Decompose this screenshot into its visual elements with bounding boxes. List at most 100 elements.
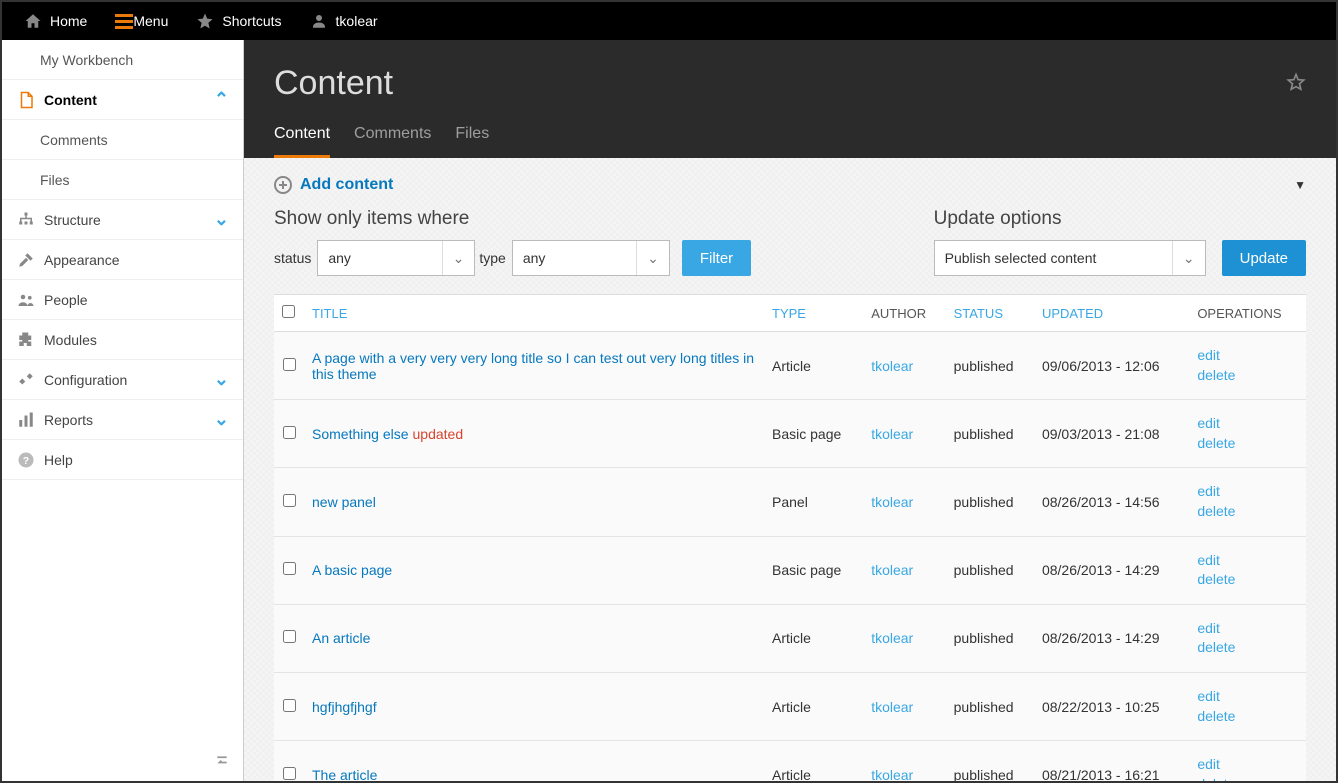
delete-link[interactable]: delete (1197, 502, 1298, 522)
toolbar-shortcuts[interactable]: Shortcuts (182, 1, 295, 41)
update-select[interactable]: Publish selected content ⌄ (934, 240, 1206, 276)
delete-link[interactable]: delete (1197, 707, 1298, 727)
toolbar-menu[interactable]: Menu (101, 1, 182, 41)
delete-link[interactable]: delete (1197, 570, 1298, 590)
table-row: An articleArticletkolearpublished08/26/2… (274, 604, 1306, 672)
add-content-link[interactable]: Add content (274, 176, 393, 194)
sidebar-item-appearance[interactable]: Appearance (2, 240, 243, 280)
header-operations: OPERATIONS (1189, 295, 1306, 332)
sidebar-item-configuration[interactable]: Configuration⌄ (2, 360, 243, 400)
sidebar-item-files[interactable]: Files (2, 160, 243, 200)
author-link[interactable]: tkolear (871, 699, 913, 715)
row-checkbox[interactable] (283, 494, 296, 507)
update-button[interactable]: Update (1222, 240, 1306, 276)
toolbar-user[interactable]: tkolear (296, 1, 392, 41)
home-icon (24, 12, 42, 30)
header-checkbox[interactable] (274, 295, 304, 332)
row-checkbox[interactable] (283, 426, 296, 439)
tab-content[interactable]: Content (274, 125, 330, 158)
row-checkbox[interactable] (283, 562, 296, 575)
filter-button[interactable]: Filter (682, 240, 751, 276)
header-updated[interactable]: UPDATED (1034, 295, 1189, 332)
edit-link[interactable]: edit (1197, 346, 1298, 366)
type-select-value: any (523, 250, 546, 266)
sidebar-item-content[interactable]: Content⌃ (2, 80, 243, 120)
cell-type: Basic page (764, 536, 863, 604)
cell-updated: 08/22/2013 - 10:25 (1034, 672, 1189, 740)
sidebar-item-comments[interactable]: Comments (2, 120, 243, 160)
sidebar-item-help[interactable]: ?Help (2, 440, 243, 480)
author-link[interactable]: tkolear (871, 767, 913, 781)
help-icon: ? (16, 451, 36, 469)
delete-link[interactable]: delete (1197, 434, 1298, 454)
content-title-link[interactable]: hgfjhgfjhgf (312, 699, 377, 715)
disclosure-toggle[interactable]: ▼ (1294, 178, 1306, 192)
tabs: Content Comments Files (274, 125, 1306, 158)
cell-status: published (946, 536, 1034, 604)
sidebar-collapse[interactable] (2, 744, 243, 781)
sidebar-item-label: People (44, 292, 88, 308)
content-title-link[interactable]: The article (312, 767, 377, 781)
select-all-checkbox[interactable] (282, 305, 295, 318)
status-select[interactable]: any ⌄ (317, 240, 475, 276)
author-link[interactable]: tkolear (871, 630, 913, 646)
edit-link[interactable]: edit (1197, 619, 1298, 639)
page-header: Content Content Comments Files (244, 40, 1336, 158)
row-checkbox[interactable] (283, 358, 296, 371)
content-title-link[interactable]: new panel (312, 494, 376, 510)
cell-type: Article (764, 604, 863, 672)
sidebar-item-reports[interactable]: Reports⌄ (2, 400, 243, 440)
content-title-link[interactable]: An article (312, 630, 370, 646)
chevron-down-icon: ⌄ (214, 409, 229, 430)
sidebar-item-structure[interactable]: Structure⌄ (2, 200, 243, 240)
favorite-star[interactable] (1286, 72, 1306, 95)
sidebar-item-my-workbench[interactable]: My Workbench (2, 40, 243, 80)
collapse-icon (215, 754, 229, 768)
sidebar-item-label: Structure (44, 212, 101, 228)
sidebar-item-people[interactable]: People (2, 280, 243, 320)
edit-link[interactable]: edit (1197, 755, 1298, 775)
tab-comments[interactable]: Comments (354, 125, 431, 158)
row-checkbox[interactable] (283, 767, 296, 780)
edit-link[interactable]: edit (1197, 687, 1298, 707)
edit-link[interactable]: edit (1197, 414, 1298, 434)
user-icon (310, 12, 328, 30)
filter-heading: Show only items where (274, 208, 751, 230)
author-link[interactable]: tkolear (871, 494, 913, 510)
update-group: Update options Publish selected content … (934, 208, 1306, 276)
table-row: new panelPaneltkolearpublished08/26/2013… (274, 468, 1306, 536)
reports-icon (16, 411, 36, 429)
row-checkbox[interactable] (283, 699, 296, 712)
toolbar-home-label: Home (50, 13, 87, 29)
sidebar-item-label: My Workbench (40, 52, 133, 68)
row-checkbox[interactable] (283, 630, 296, 643)
header-type[interactable]: TYPE (764, 295, 863, 332)
delete-link[interactable]: delete (1197, 638, 1298, 658)
author-link[interactable]: tkolear (871, 562, 913, 578)
sidebar-item-modules[interactable]: Modules (2, 320, 243, 360)
cell-status: published (946, 468, 1034, 536)
delete-link[interactable]: delete (1197, 366, 1298, 386)
content-title-link[interactable]: Something else (312, 426, 409, 442)
delete-link[interactable]: delete (1197, 775, 1298, 781)
status-select-value: any (328, 250, 351, 266)
type-select[interactable]: any ⌄ (512, 240, 670, 276)
header-author[interactable]: AUTHOR (863, 295, 945, 332)
sidebar-item-label: Modules (44, 332, 97, 348)
author-link[interactable]: tkolear (871, 426, 913, 442)
chevron-down-icon: ⌄ (1172, 241, 1195, 275)
sidebar-item-label: Files (40, 172, 70, 188)
update-select-value: Publish selected content (945, 250, 1097, 266)
table-row: hgfjhgfjhgfArticletkolearpublished08/22/… (274, 672, 1306, 740)
edit-link[interactable]: edit (1197, 551, 1298, 571)
cell-updated: 09/03/2013 - 21:08 (1034, 400, 1189, 468)
toolbar-menu-label: Menu (133, 13, 168, 29)
header-status[interactable]: STATUS (946, 295, 1034, 332)
tab-files[interactable]: Files (455, 125, 489, 158)
content-title-link[interactable]: A basic page (312, 562, 392, 578)
content-title-link[interactable]: A page with a very very very long title … (312, 350, 754, 382)
toolbar-home[interactable]: Home (10, 1, 101, 41)
header-title[interactable]: TITLE (304, 295, 764, 332)
author-link[interactable]: tkolear (871, 358, 913, 374)
edit-link[interactable]: edit (1197, 482, 1298, 502)
